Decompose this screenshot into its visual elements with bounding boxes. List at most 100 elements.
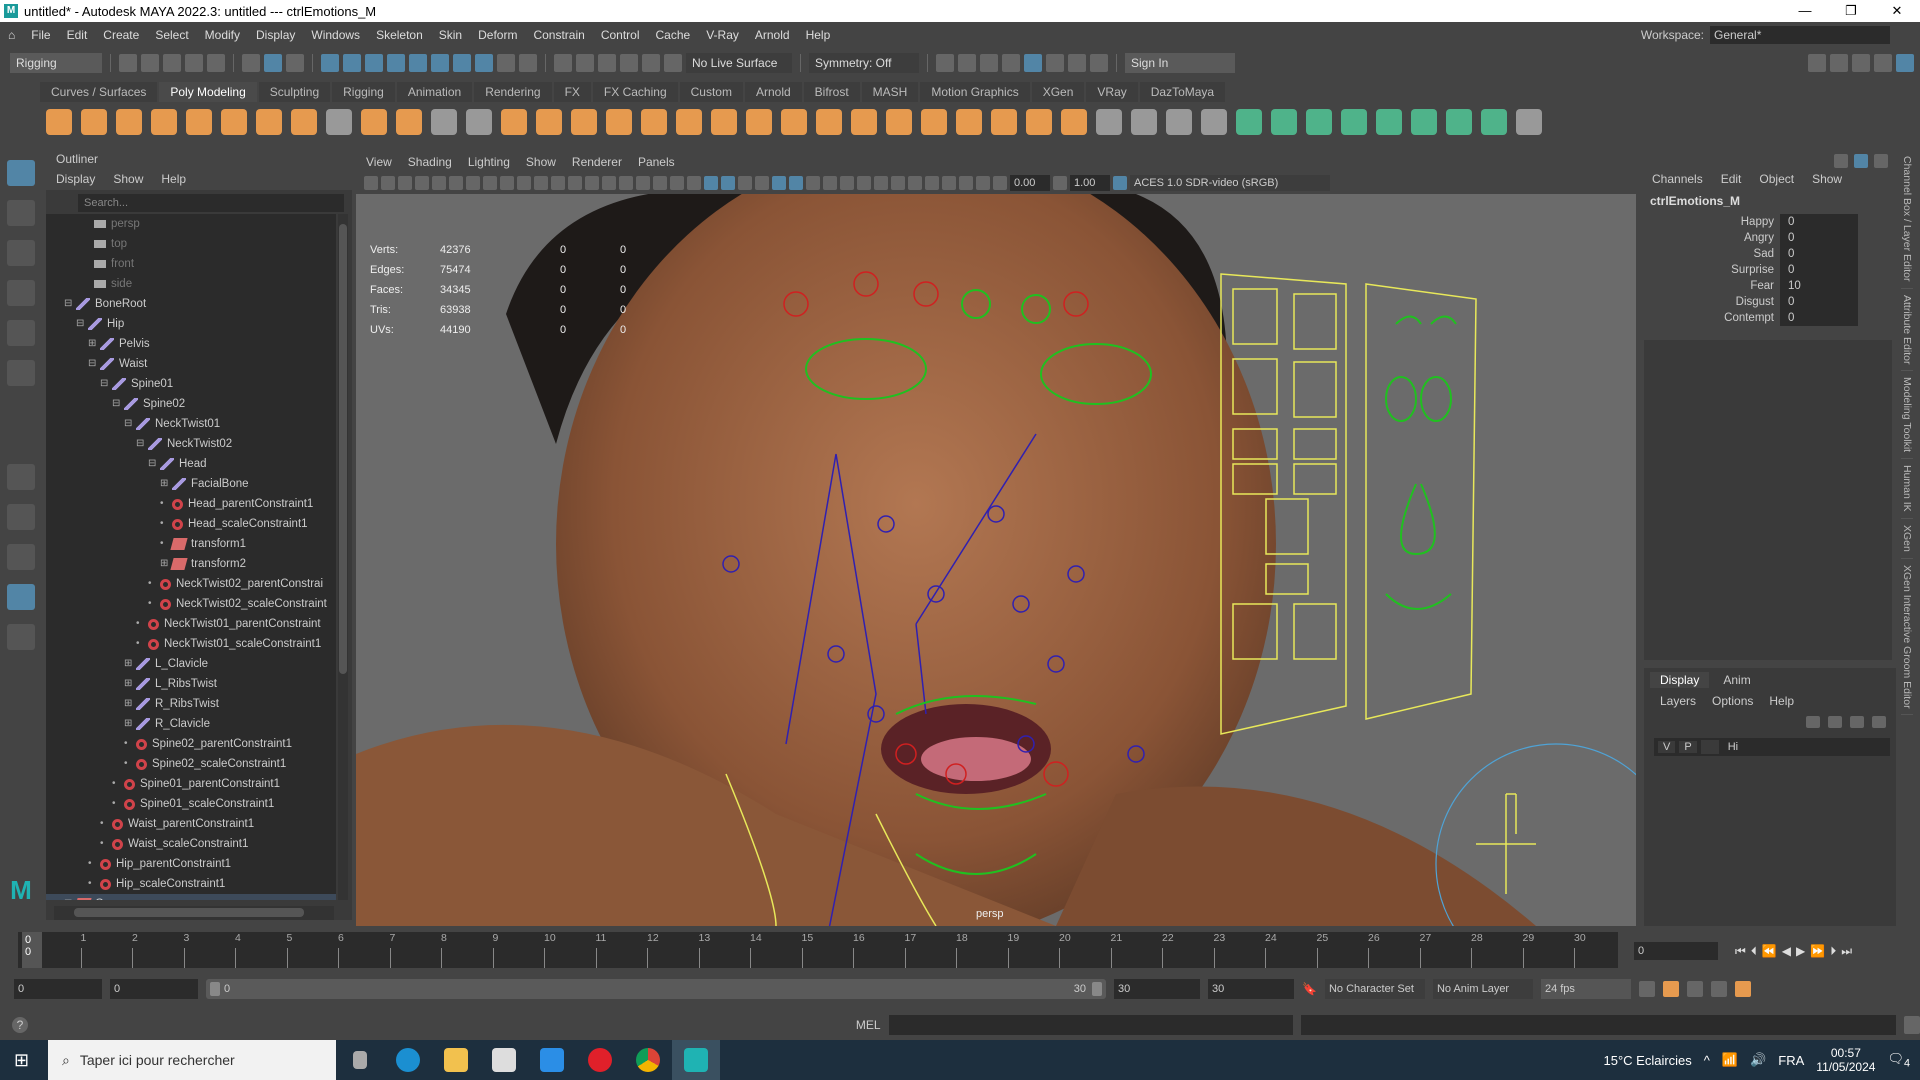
shelf-tool-icon[interactable] — [151, 109, 177, 135]
channel-value-field[interactable]: 0 — [1780, 262, 1858, 278]
paint-select-tool-icon[interactable] — [7, 240, 35, 266]
move-layer-up-icon[interactable] — [1806, 716, 1820, 728]
channel-box-menu-channels[interactable]: Channels — [1652, 172, 1703, 186]
outliner-item-spine02-scaleconstraint1[interactable]: • Spine02_scaleConstraint1 — [46, 754, 336, 774]
channel-box-menu-show[interactable]: Show — [1812, 172, 1842, 186]
shelf-tool-icon[interactable] — [536, 109, 562, 135]
side-tab-attribute-editor[interactable]: Attribute Editor — [1901, 289, 1913, 371]
cache-playback-icon[interactable] — [1662, 981, 1679, 997]
shelf-tool-icon[interactable] — [1516, 109, 1542, 135]
shelf-tool-icon[interactable] — [1236, 109, 1262, 135]
viewport-tool-icon[interactable] — [619, 176, 633, 190]
outliner-menu-show[interactable]: Show — [113, 172, 143, 186]
shelf-tool-icon[interactable] — [1481, 109, 1507, 135]
menu-arnold[interactable]: Arnold — [747, 28, 798, 42]
outliner-item-group[interactable]: ⊞ Group — [46, 894, 336, 900]
outliner-item-spine01-scaleconstraint1[interactable]: • Spine01_scaleConstraint1 — [46, 794, 336, 814]
file-explorer-icon[interactable] — [432, 1040, 480, 1080]
range-start-handle[interactable] — [210, 982, 220, 996]
outliner-horizontal-scrollbar[interactable] — [54, 906, 334, 920]
exposure-field[interactable]: 0.00 — [1010, 175, 1050, 191]
viewport-tool-icon[interactable] — [636, 176, 650, 190]
snap-center-icon[interactable] — [431, 54, 449, 72]
shelf-tool-icon[interactable] — [431, 109, 457, 135]
minimize-button[interactable]: — — [1782, 0, 1828, 22]
history-icon[interactable] — [554, 54, 572, 72]
auto-key-icon[interactable]: 🔖 — [1302, 982, 1317, 996]
expand-toggle-icon[interactable]: ⊟ — [112, 394, 124, 414]
expand-toggle-icon[interactable]: ⊟ — [148, 454, 160, 474]
new-scene-icon[interactable] — [119, 54, 137, 72]
outliner-item-r-clavicle[interactable]: ⊞ R_Clavicle — [46, 714, 336, 734]
viewport-tool-icon[interactable] — [704, 176, 718, 190]
mel-label[interactable]: MEL — [856, 1018, 881, 1032]
channel-value-field[interactable]: 10 — [1780, 278, 1858, 294]
layer-menu-options[interactable]: Options — [1712, 694, 1753, 708]
shelf-tool-icon[interactable] — [501, 109, 527, 135]
shelf-tab-vray[interactable]: VRay — [1086, 82, 1138, 102]
volume-icon[interactable]: 🔊 — [1750, 1052, 1766, 1068]
viewport-menu-show[interactable]: Show — [526, 152, 556, 172]
viewport-tool-icon[interactable] — [925, 176, 939, 190]
search-icon[interactable] — [7, 624, 35, 650]
menu-skin[interactable]: Skin — [431, 28, 470, 42]
pause-icon[interactable] — [1090, 54, 1108, 72]
save-scene-icon[interactable] — [163, 54, 181, 72]
side-tab-channel-box-layer-editor[interactable]: Channel Box / Layer Editor — [1901, 150, 1913, 289]
layer-visibility-toggle[interactable]: V — [1658, 741, 1676, 753]
channel-name[interactable]: Contempt — [1640, 310, 1780, 326]
outliner-item-hip[interactable]: ⊟ Hip — [46, 314, 336, 334]
viewport-tool-icon[interactable] — [738, 176, 752, 190]
viewport-tool-icon[interactable] — [466, 176, 480, 190]
menu-constrain[interactable]: Constrain — [525, 28, 592, 42]
hypershade-icon[interactable] — [1024, 54, 1042, 72]
rotate-tool-icon[interactable] — [7, 320, 35, 346]
snap-surface-icon[interactable] — [409, 54, 427, 72]
shelf-tool-icon[interactable] — [1446, 109, 1472, 135]
viewport-tool-icon[interactable] — [942, 176, 956, 190]
viewport-menu-panels[interactable]: Panels — [638, 152, 675, 172]
relationship-icon[interactable] — [642, 54, 660, 72]
viewport-tool-icon[interactable] — [653, 176, 667, 190]
channel-name[interactable]: Happy — [1640, 214, 1780, 230]
shelf-tool-icon[interactable] — [676, 109, 702, 135]
lock-icon[interactable] — [497, 54, 515, 72]
loop-icon[interactable] — [1638, 981, 1655, 997]
shelf-tab-daztomaya[interactable]: DazToMaya — [1139, 82, 1226, 102]
viewport-tool-icon[interactable] — [517, 176, 531, 190]
snap-view-icon[interactable] — [387, 54, 405, 72]
channel-value-field[interactable]: 0 — [1780, 230, 1858, 246]
channel-name[interactable]: Fear — [1640, 278, 1780, 294]
channel-box-menu-edit[interactable]: Edit — [1721, 172, 1742, 186]
shelf-tool-icon[interactable] — [1026, 109, 1052, 135]
layer-menu-layers[interactable]: Layers — [1660, 694, 1696, 708]
shelf-tool-icon[interactable] — [1201, 109, 1227, 135]
channel-name[interactable]: Disgust — [1640, 294, 1780, 310]
modeling-toolkit-icon[interactable] — [1808, 54, 1826, 72]
scene-end-field[interactable]: 30 — [1208, 979, 1294, 999]
viewport-tool-icon[interactable] — [364, 176, 378, 190]
construction-history-icon[interactable] — [620, 54, 638, 72]
snap-curve-icon[interactable] — [343, 54, 361, 72]
viewport-tool-icon[interactable] — [687, 176, 701, 190]
expand-toggle-icon[interactable]: ⊟ — [136, 434, 148, 454]
expand-toggle-icon[interactable]: ⊟ — [88, 354, 100, 374]
shelf-tool-icon[interactable] — [466, 109, 492, 135]
attribute-editor-icon[interactable] — [1852, 54, 1870, 72]
expand-toggle-icon[interactable]: ⊟ — [64, 294, 76, 314]
fps-dropdown[interactable]: 24 fps — [1540, 979, 1631, 999]
outliner-item-waist-parentconstraint1[interactable]: • Waist_parentConstraint1 — [46, 814, 336, 834]
outliner-item-necktwist02-parentconstrai[interactable]: • NeckTwist02_parentConstrai — [46, 574, 336, 594]
shelf-tool-icon[interactable] — [956, 109, 982, 135]
scene-start-field[interactable]: 0 — [14, 979, 102, 999]
shelf-tool-icon[interactable] — [1131, 109, 1157, 135]
outliner-item-spine02[interactable]: ⊟ Spine02 — [46, 394, 336, 414]
layer-name[interactable]: Hi — [1723, 741, 1743, 753]
viewport-tool-icon[interactable] — [381, 176, 395, 190]
go-to-end-icon[interactable]: ⏭ — [1841, 944, 1852, 959]
step-back-frame-icon[interactable]: ⏴ — [1751, 944, 1757, 959]
shelf-tab-arnold[interactable]: Arnold — [744, 82, 802, 102]
select-lock-icon[interactable] — [519, 54, 537, 72]
snap-edge-icon[interactable] — [453, 54, 471, 72]
four-view-layout-icon[interactable] — [7, 504, 35, 530]
